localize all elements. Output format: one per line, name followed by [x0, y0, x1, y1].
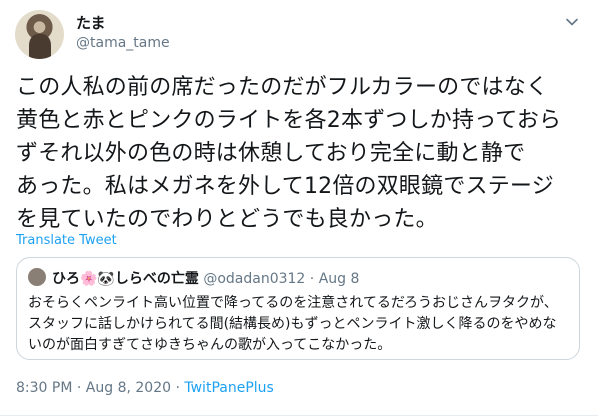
- quoted-separator: ·: [309, 271, 315, 287]
- quoted-date: Aug 8: [318, 271, 360, 287]
- tweet-time[interactable]: 8:30 PM: [16, 380, 72, 396]
- quoted-author-name: ひろ🌸🐼しらべの亡霊: [52, 271, 199, 287]
- quoted-author-handle: @odadan0312: [203, 271, 306, 287]
- author-handle[interactable]: @tama_tame: [76, 35, 170, 51]
- quoted-tweet-header: ひろ🌸🐼しらべの亡霊 @odadan0312 · Aug 8: [52, 268, 359, 288]
- tweet-metadata: 8:30 PM · Aug 8, 2020 · TwitPanePlus: [16, 380, 274, 396]
- avatar-figure: [29, 34, 51, 59]
- quoted-tweet[interactable]: ひろ🌸🐼しらべの亡霊 @odadan0312 · Aug 8 おそらくペンライト…: [16, 257, 580, 360]
- tweet-source-link[interactable]: TwitPanePlus: [184, 380, 273, 396]
- tweet-text: この人私の前の席だったのだがフルカラーのではなく 黄色と赤とピンクのライトを各2…: [16, 75, 562, 232]
- chevron-down-icon[interactable]: [564, 14, 580, 30]
- author-avatar[interactable]: [15, 10, 64, 59]
- tweet-date[interactable]: Aug 8, 2020: [86, 380, 171, 396]
- quoted-author-avatar: [28, 268, 46, 286]
- meta-separator-2: ·: [175, 380, 180, 396]
- translate-tweet-link[interactable]: Translate Tweet: [16, 233, 117, 248]
- author-name[interactable]: たま: [76, 12, 106, 33]
- quoted-tweet-text: おそらくペンライト高い位置で降ってるのを注意されてるだろうおじさんヲタクが、スタ…: [28, 295, 558, 353]
- meta-separator-1: ·: [76, 380, 82, 396]
